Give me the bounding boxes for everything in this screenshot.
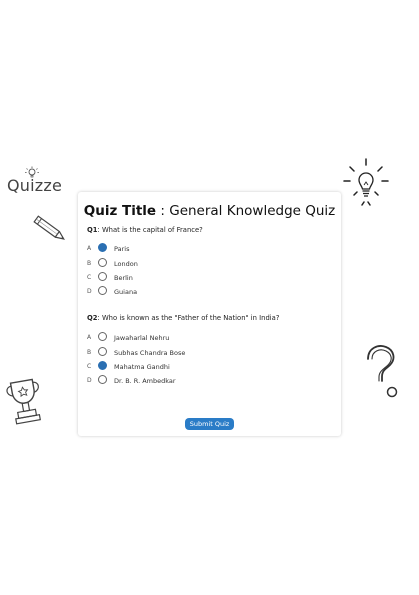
quiz-title-label: Quiz Title: [83, 203, 157, 219]
question-number: Q2: [87, 314, 98, 322]
option-label: Berlin: [114, 273, 133, 282]
option-letter: D: [87, 288, 92, 295]
option-letter: C: [87, 363, 92, 370]
option-letter: A: [87, 245, 92, 252]
q2-option-c[interactable]: C Mahatma Gandhi: [87, 361, 307, 373]
option-label: Jawaharlal Nehru: [114, 333, 170, 342]
quiz-title: Quiz Title : General Knowledge Quiz: [78, 203, 341, 219]
option-label: Paris: [114, 244, 130, 253]
lightbulb-icon: [343, 158, 389, 206]
option-letter: B: [87, 260, 92, 267]
submit-quiz-button[interactable]: Submit Quiz: [185, 418, 234, 430]
q2-option-a[interactable]: A Jawaharlal Nehru: [87, 332, 307, 344]
q2-option-b[interactable]: B Subhas Chandra Bose: [87, 347, 307, 359]
q1-option-d[interactable]: D Guiana: [87, 286, 307, 298]
radio-button[interactable]: [98, 347, 107, 356]
option-label: Dr. B. R. Ambedkar: [114, 376, 176, 385]
radio-button-selected[interactable]: [98, 361, 107, 370]
question-number: Q1: [87, 226, 98, 234]
option-letter: D: [87, 377, 92, 384]
question-2: Q2: Who is known as the "Father of the N…: [87, 314, 279, 322]
radio-button[interactable]: [98, 258, 107, 267]
q2-option-d[interactable]: D Dr. B. R. Ambedkar: [87, 375, 307, 387]
radio-button[interactable]: [98, 286, 107, 295]
question-1: Q1: What is the capital of France?: [87, 226, 203, 234]
option-label: London: [114, 259, 138, 268]
quiz-card: Quiz Title : General Knowledge Quiz Q1: …: [78, 192, 341, 436]
question-text: : Who is known as the "Father of the Nat…: [97, 314, 280, 322]
trophy-icon: [6, 378, 41, 425]
question-mark-icon: [367, 345, 398, 398]
option-label: Guiana: [114, 287, 138, 296]
radio-button[interactable]: [98, 272, 107, 281]
question-text: : What is the capital of France?: [97, 226, 203, 234]
option-letter: A: [87, 334, 92, 341]
brand-name: Quizze: [7, 176, 63, 195]
quizze-logo: Quizze: [7, 166, 63, 198]
option-label: Mahatma Gandhi: [114, 362, 170, 371]
quiz-title-value: General Knowledge Quiz: [169, 203, 336, 219]
radio-button[interactable]: [98, 332, 107, 341]
option-letter: B: [87, 349, 92, 356]
radio-button-selected[interactable]: [98, 243, 107, 252]
q1-option-a[interactable]: A Paris: [87, 243, 307, 255]
option-label: Subhas Chandra Bose: [114, 348, 186, 357]
option-letter: C: [87, 274, 92, 281]
pencil-icon: [33, 215, 65, 240]
q1-option-c[interactable]: C Berlin: [87, 272, 307, 284]
quiz-title-separator: :: [156, 203, 170, 219]
q1-option-b[interactable]: B London: [87, 258, 307, 270]
radio-button[interactable]: [98, 375, 107, 384]
